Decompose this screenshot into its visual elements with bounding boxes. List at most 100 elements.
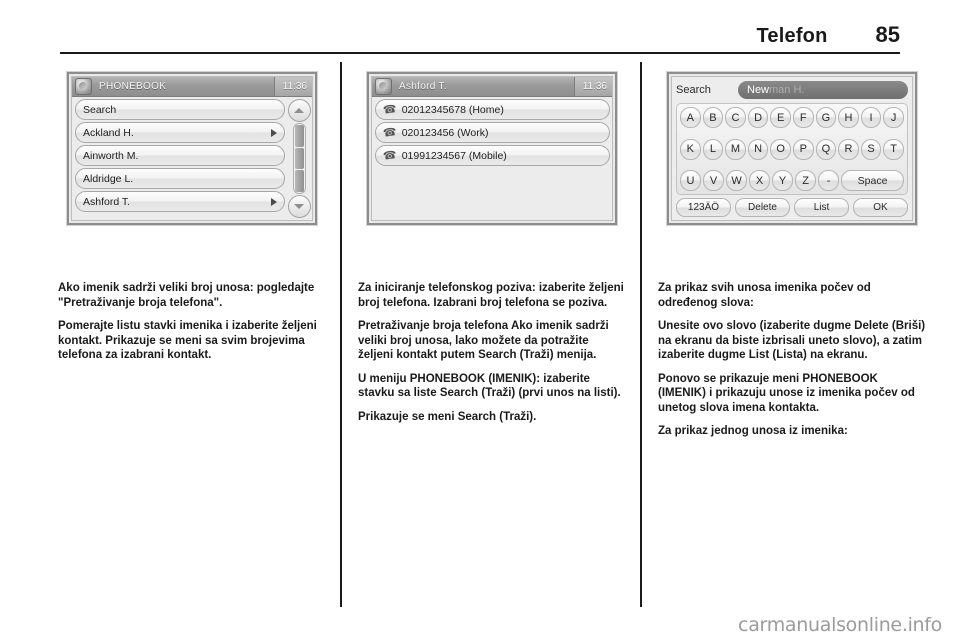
middle-column-text: Za iniciranje telefonskog poziva: izaber… [358,281,626,424]
key-u[interactable]: U [680,170,702,191]
search-input[interactable]: New man H. [738,81,908,99]
list-item[interactable]: ☎ 020123456 (Work) [375,122,610,143]
key-g[interactable]: G [815,107,837,128]
paragraph: Prikazuje se meni Search (Traži). [358,410,537,423]
paragraph: Unesite ovo slovo (izaberite dugme Delet… [658,320,926,361]
column-divider-1 [340,62,342,607]
list-item[interactable]: ☎ 02012345678 (Home) [375,99,610,120]
paragraph: Za prikaz svih unosa imenika počev od od… [658,282,871,309]
key-v[interactable]: V [703,170,725,191]
key-q[interactable]: Q [815,138,837,160]
key-e[interactable]: E [770,107,791,128]
ok-button[interactable]: OK [853,198,908,217]
search-input-suggestion-text: man H. [769,84,805,96]
scrollbar-thumb-segment [294,170,304,193]
key-n[interactable]: N [747,138,769,160]
page-title: Telefon [756,25,828,47]
list-item-label: 02012345678 (Home) [401,103,504,116]
scroll-down-button[interactable] [287,195,311,218]
list-item-label: 01991234567 (Mobile) [401,149,507,162]
figure-contact-screen: Ashford T. 11:36 ☎ 02012345678 (Home) ☎ … [358,62,626,273]
scrollbar-track[interactable] [292,123,306,194]
key-hyphen[interactable]: - [818,170,840,191]
list-item[interactable]: Ainworth M. [75,145,285,166]
contact-number-list: ☎ 02012345678 (Home) ☎ 020123456 (Work) … [375,99,610,218]
globe-icon [375,78,392,95]
key-space[interactable]: Space [841,170,904,191]
globe-icon [75,78,92,95]
right-column-text: Za prikaz svih unosa imenika počev od od… [658,281,926,439]
key-t[interactable]: T [883,138,904,160]
key-w[interactable]: W [726,170,748,191]
phone-handset-icon: ☎ [382,149,398,163]
search-input-typed-text: New [747,84,770,96]
scrollbar-thumb-segment [294,147,304,170]
key-m[interactable]: M [725,138,746,160]
paragraph: Pomerajte listu stavki imenika i izaberi… [58,320,317,361]
search-label: Search [676,84,711,96]
contact-list-body: ☎ 02012345678 (Home) ☎ 020123456 (Work) … [372,97,612,220]
scroll-up-button[interactable] [287,99,311,122]
phone-handset-icon: ☎ [382,103,398,117]
paragraph: Ako imenik sadrži veliki broj unosa: pog… [58,282,315,309]
key-k[interactable]: K [680,138,701,160]
phonebook-title: PHONEBOOK [99,81,167,92]
key-h[interactable]: H [838,107,859,128]
list-item-label: 020123456 (Work) [401,126,489,139]
key-j[interactable]: J [883,107,904,128]
chevron-down-icon [294,204,304,209]
phonebook-list-body: Search Ackland H. Ainworth M. Aldridge L… [72,97,312,220]
figure-phonebook-screen: PHONEBOOK 11:36 Search Ackland H. Ainwor… [58,62,326,273]
key-p[interactable]: P [792,138,814,160]
keyboard-row-2: K L M N O P Q R S T [680,138,904,160]
key-r[interactable]: R [838,138,859,160]
key-z[interactable]: Z [795,170,817,191]
keyboard-body: Search New man H. A B C D E F G H I J K … [672,77,912,220]
paragraph: Za prikaz jednog unosa iz imenika: [658,425,848,437]
phonebook-clock: 11:36 [273,77,312,96]
key-a[interactable]: A [680,107,701,128]
list-item[interactable]: Ackland H. [75,122,285,143]
list-item[interactable]: ☎ 01991234567 (Mobile) [375,145,610,166]
contact-clock: 11:36 [573,77,612,96]
page-header: Telefon 85 [60,16,900,48]
list-item-label: Ainworth M. [83,149,139,162]
column-divider-2 [640,62,642,607]
column-left: PHONEBOOK 11:36 Search Ackland H. Ainwor… [58,62,338,607]
numeric-mode-button[interactable]: 123ÄÖ [676,198,731,217]
paragraph: Za iniciranje telefonskog poziva: izaber… [358,282,624,309]
list-button[interactable]: List [794,198,849,217]
key-x[interactable]: X [749,170,771,191]
key-l[interactable]: L [702,138,724,160]
list-item[interactable]: Ashford T. [75,191,285,212]
watermark: carmanualsonline.info [738,614,942,636]
key-o[interactable]: O [770,138,791,160]
paragraph: Pretraživanje broja telefona Ako imenik … [358,320,609,361]
list-item-search[interactable]: Search [75,99,285,120]
keyboard-search-row: Search New man H. [676,80,908,100]
chevron-right-icon [271,128,277,137]
phonebook-list: Search Ackland H. Ainworth M. Aldridge L… [75,99,285,218]
key-y[interactable]: Y [772,170,794,191]
key-f[interactable]: F [792,107,814,128]
scrollbar-thumb-segment [294,125,304,147]
phonebook-titlebar: PHONEBOOK 11:36 [72,77,312,97]
content-columns: PHONEBOOK 11:36 Search Ackland H. Ainwor… [0,62,960,607]
list-item-label: Aldridge L. [83,172,134,185]
contact-title: Ashford T. [399,81,447,92]
paragraph: U meniju PHONEBOOK (IMENIK): izaberite s… [358,372,621,400]
delete-button[interactable]: Delete [735,198,790,217]
key-i[interactable]: I [860,107,882,128]
list-item-label: Ashford T. [83,195,131,208]
phone-handset-icon: ☎ [382,126,398,140]
page-number: 85 [875,22,900,47]
key-s[interactable]: S [860,138,882,160]
keyboard-row-1: A B C D E F G H I J [680,107,904,128]
key-b[interactable]: B [702,107,724,128]
key-c[interactable]: C [725,107,746,128]
key-d[interactable]: D [747,107,769,128]
device-screen-contact: Ashford T. 11:36 ☎ 02012345678 (Home) ☎ … [367,72,617,225]
keyboard-row-3: U V W X Y Z - Space [680,170,904,191]
list-item[interactable]: Aldridge L. [75,168,285,189]
scrollbar[interactable] [287,99,311,218]
